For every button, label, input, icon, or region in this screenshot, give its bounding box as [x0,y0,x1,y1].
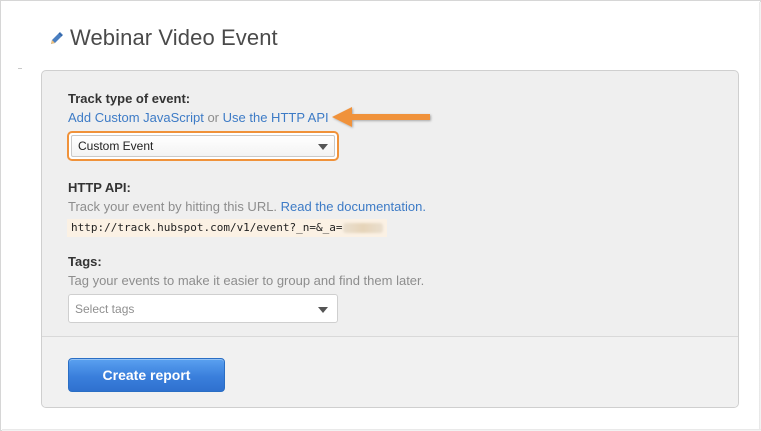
chevron-down-icon[interactable] [318,144,328,150]
or-text: or [203,110,223,125]
pencil-icon[interactable] [48,29,66,47]
http-api-help: Track your event by hitting this URL. Re… [68,199,426,214]
event-type-select[interactable]: Custom Event [67,131,339,161]
http-api-label: HTTP API: [68,180,131,195]
event-type-value: Custom Event [78,139,154,153]
tags-label: Tags: [68,254,102,269]
page-title: Webinar Video Event [70,25,278,50]
track-type-options: Add Custom JavaScript or Use the HTTP AP… [68,110,329,125]
chevron-down-icon[interactable] [318,307,328,313]
tags-placeholder: Select tags [75,301,135,316]
add-custom-javascript-link[interactable]: Add Custom JavaScript [68,110,204,125]
track-type-label: Track type of event: [68,91,191,106]
http-api-help-text: Track your event by hitting this URL. [68,199,281,214]
page-header: Webinar Video Event [48,24,278,52]
tags-select[interactable]: Select tags [68,294,338,323]
tags-help-text: Tag your events to make it easier to gro… [68,273,425,288]
create-report-button[interactable]: Create report [68,358,225,392]
event-type-select-box[interactable]: Custom Event [71,135,335,157]
arrow-left-icon [332,107,430,127]
use-http-api-link[interactable]: Use the HTTP API [223,110,329,125]
read-documentation-link[interactable]: Read the documentation. [281,199,426,214]
http-api-url[interactable]: http://track.hubspot.com/v1/event?_n=&_a… [67,219,387,237]
http-api-url-text: http://track.hubspot.com/v1/event?_n=&_a… [71,221,343,234]
redacted-id [342,223,383,233]
divider [18,68,22,69]
